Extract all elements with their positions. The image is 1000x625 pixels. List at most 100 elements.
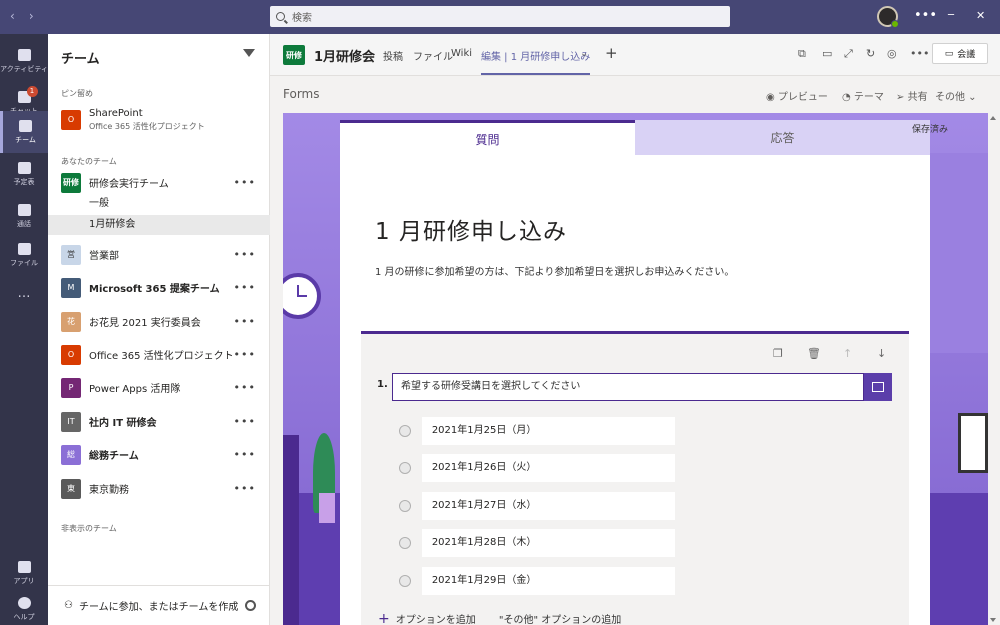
delete-icon[interactable]: 🗑 [807,347,821,360]
form-description[interactable]: 1 月の研修に参加希望の方は、下記より参加希望日を選択しお申込みください。 [375,263,734,278]
back-arrow-icon[interactable]: ‹ [10,9,15,23]
radio-icon[interactable] [399,462,411,474]
avatar[interactable] [877,6,899,28]
team-more-icon[interactable]: ••• [234,315,256,328]
option-row[interactable]: 2021年1月28日（木） [399,529,675,557]
search-icon [276,12,285,21]
scrollbar[interactable] [988,113,1000,625]
forward-arrow-icon[interactable]: › [29,9,34,23]
hidden-teams-heading: 非表示のチーム [61,524,117,533]
option-row[interactable]: 2021年1月25日（月） [399,417,675,445]
move-down-icon[interactable]: ↓ [877,347,886,360]
team-more-icon[interactable]: ••• [234,482,256,495]
option-input[interactable]: 2021年1月28日（木） [421,529,675,557]
team-more-icon[interactable]: ••• [234,415,256,428]
team-item[interactable]: 花 お花見 2021 実行委員会 ••• [48,305,270,338]
option-row[interactable]: 2021年1月29日（金） [399,567,675,595]
tab-responses[interactable]: 応答 [635,120,930,155]
presence-available-icon [891,20,899,28]
rail-help[interactable]: ヘルプ [0,588,48,625]
radio-icon[interactable] [399,575,411,587]
globe-icon[interactable]: ◎ [887,47,897,60]
team-more-icon[interactable]: ••• [234,281,256,294]
popout-icon[interactable]: ⧉ [798,47,806,61]
team-item[interactable]: M Microsoft 365 提案チーム ••• [48,271,270,304]
scroll-up-icon[interactable] [990,116,996,120]
rail-files[interactable]: ファイル [0,234,48,276]
team-more-icon[interactable]: ••• [234,176,256,189]
tab-wiki[interactable]: Wiki [451,48,472,59]
bell-icon [17,48,31,61]
option-row[interactable]: 2021年1月26日（火） [399,454,675,482]
channel-item[interactable]: 一般 [48,194,270,214]
question-input[interactable]: 希望する研修受講日を選択してください [392,373,864,401]
add-option-button[interactable]: オプションを追加 [396,615,476,625]
copy-icon[interactable]: ❐ [773,347,783,360]
more-options-icon[interactable]: ••• [914,9,937,23]
team-item[interactable]: 営 営業部 ••• [48,238,270,271]
team-more-icon[interactable]: ••• [234,448,256,461]
search-input[interactable]: 検索 [270,6,730,27]
insert-image-button[interactable] [864,373,892,401]
refresh-icon[interactable]: ↻ [866,47,875,60]
form-title[interactable]: 1 月研修申し込み [375,212,567,246]
team-item[interactable]: 東 東京勤務 ••• [48,472,270,505]
team-more-icon[interactable]: ••• [234,248,256,261]
share-button[interactable]: ➢ 共有 [896,88,928,103]
move-up-icon[interactable]: ↑ [843,347,852,360]
option-input[interactable]: 2021年1月26日（火） [421,454,675,482]
add-other-option-button[interactable]: "その他" オプションの追加 [499,615,621,625]
team-more-icon[interactable]: ••• [234,348,256,361]
gear-icon[interactable] [245,600,256,611]
radio-icon[interactable] [399,537,411,549]
question-card: ❐ 🗑 ↑ ↓ 1. 希望する研修受講日を選択してください 2021年1月25日… [361,331,909,625]
radio-icon[interactable] [399,500,411,512]
monitor-illustration [958,413,988,473]
team-item[interactable]: 総 総務チーム ••• [48,438,270,471]
rail-activity[interactable]: アクティビティ [0,40,48,82]
tab-files[interactable]: ファイル [413,48,453,63]
option-input[interactable]: 2021年1月27日（水） [421,492,675,520]
chevron-down-icon[interactable]: ⌄ [580,48,588,59]
minimize-button[interactable]: ─ [948,9,954,23]
rail-calls[interactable]: 通話 [0,195,48,237]
team-item[interactable]: P Power Apps 活用隊 ••• [48,371,270,404]
scroll-down-icon[interactable] [990,618,996,622]
form-card: 質問 応答 1 月研修申し込み 1 月の研修に参加希望の方は、下記より参加希望日… [340,120,930,625]
preview-button[interactable]: ◉ プレビュー [766,88,828,103]
option-input[interactable]: 2021年1月25日（月） [421,417,675,445]
rail-calendar[interactable]: 予定表 [0,153,48,195]
question-number: 1. [377,379,388,390]
plus-icon[interactable]: + [378,611,390,625]
radio-icon[interactable] [399,425,411,437]
team-icon: 東 [61,478,81,499]
add-tab-button[interactable]: + [605,44,618,62]
join-create-team-button[interactable]: ⚇ チームに参加、またはチームを作成 [48,585,270,625]
team-more-icon[interactable]: ••• [234,381,256,394]
meet-button[interactable]: ▭ 会議 [932,43,988,64]
team-item[interactable]: IT 社内 IT 研修会 ••• [48,405,270,438]
saved-status: 保存済み [912,125,949,135]
team-icon: M [61,277,81,298]
pinned-heading: ピン留め [61,89,93,98]
conversation-icon[interactable]: ▭ [822,47,832,60]
tab-forms-edit[interactable]: 編集 | 1 月研修申し込み [481,48,591,75]
option-row[interactable]: 2021年1月27日（水） [399,492,675,520]
more-options-icon[interactable]: ••• [910,47,929,60]
rail-more[interactable]: … [0,272,48,314]
team-item[interactable]: O Office 365 活性化プロジェクト ••• [48,338,270,371]
channel-item-selected[interactable]: 1月研修会 [48,215,270,235]
channel-header: 研修 1月研修会 投稿 ファイル Wiki 編集 | 1 月研修申し込み ⌄ +… [270,34,1000,76]
tab-posts[interactable]: 投稿 [383,48,403,63]
tab-questions[interactable]: 質問 [340,120,635,155]
expand-icon[interactable]: ⤢ [844,47,853,61]
team-icon: IT [61,411,81,432]
rail-teams[interactable]: チーム [0,111,48,153]
pinned-sharepoint[interactable]: O SharePoint Office 365 活性化プロジェクト [48,103,270,136]
option-input[interactable]: 2021年1月29日（金） [421,567,675,595]
title-bar: ‹ › 検索 ••• ─ ✕ [0,0,1000,34]
other-menu-button[interactable]: その他 ⌄ [935,88,977,103]
filter-icon[interactable] [243,49,255,57]
close-button[interactable]: ✕ [976,9,985,23]
theme-button[interactable]: ◔ テーマ [842,88,884,103]
